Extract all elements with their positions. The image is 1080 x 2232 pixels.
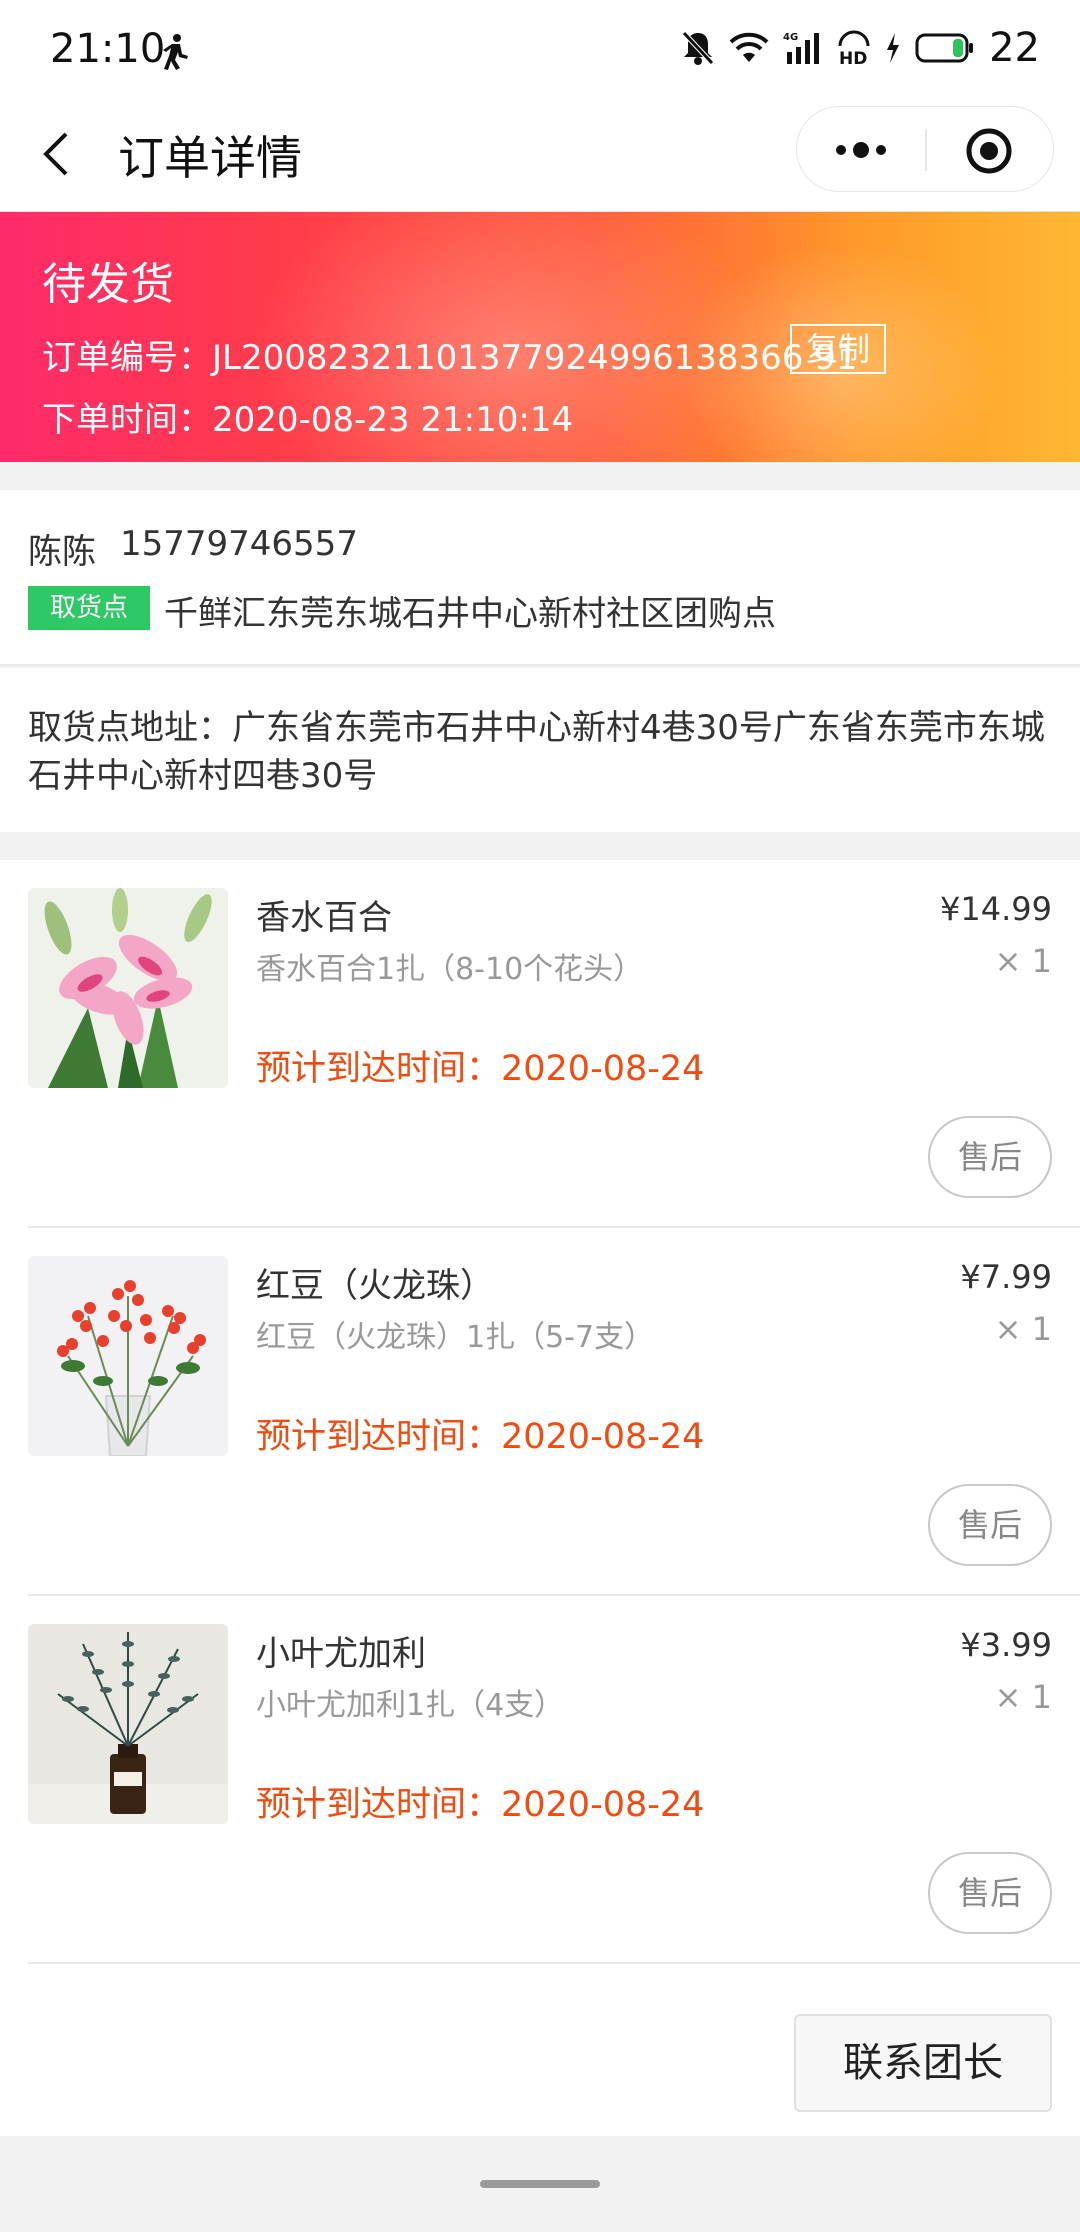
aftersale-button[interactable]: 售后 [928,1852,1052,1934]
system-nav-bar [0,2136,1080,2232]
svg-text:4G: 4G [783,32,798,43]
product-image-lily [28,888,228,1088]
contact-name: 陈陈 [28,532,96,572]
order-status-banner: 待发货 订单编号：JL20082321101377924996138366 91… [0,212,1080,462]
more-icon[interactable] [831,137,891,163]
pickup-address: 取货点地址：广东省东莞市石井中心新村4巷30号广东省东莞市东城石井中心新村四巷3… [28,708,1045,796]
walk-icon [163,34,188,70]
product-spec: 小叶尤加利1扎（4支） [256,1688,565,1723]
target-icon[interactable] [965,127,1013,175]
product-spec: 红豆（火龙珠）1扎（5-7支） [256,1320,655,1355]
product-image-hypericum [28,1256,228,1456]
product-quantity: × 1 [994,1310,1052,1348]
contact-leader-button[interactable]: 联系团长 [794,2014,1052,2112]
aftersale-button[interactable]: 售后 [928,1484,1052,1566]
product-spec: 香水百合1扎（8-10个花头） [256,952,644,987]
product-quantity: × 1 [994,942,1052,980]
product-title: 香水百合 [256,898,392,938]
status-bar: 21:10 4G HD 22 [0,0,1080,96]
contact-phone: 15779746557 [120,524,358,564]
signal-4g-icon: 4G [783,32,820,64]
order-status: 待发货 [42,259,174,310]
nav-bar: 订单详情 [0,96,1080,212]
hd-icon: HD [838,30,870,66]
product-list: 香水百合 香水百合1扎（8-10个花头） ¥14.99 × 1 预计到达时间：2… [0,860,1080,2136]
pickup-tag: 取货点 [28,586,150,630]
svg-text:HD: HD [839,49,867,66]
order-time: 下单时间：2020-08-23 21:10:14 [42,400,574,440]
product-eta: 预计到达时间：2020-08-24 [256,1049,705,1089]
battery-level: 22 [989,25,1040,71]
aftersale-button[interactable]: 售后 [928,1116,1052,1198]
capsule-divider [925,129,927,171]
product-price: ¥7.99 [960,1258,1052,1296]
product-image-eucalyptus [28,1624,228,1824]
product-title: 小叶尤加利 [256,1634,426,1674]
back-icon[interactable] [38,124,78,184]
mute-icon [682,31,714,65]
divider [28,1962,1080,1964]
home-indicator[interactable] [480,2180,600,2188]
status-icons: 4G HD 22 [681,25,1040,71]
battery-icon [915,33,974,63]
address-section: 取货点地址：广东省东莞市石井中心新村4巷30号广东省东莞市东城石井中心新村四巷3… [0,668,1080,832]
pickup-point-name: 千鲜汇东莞东城石井中心新村社区团购点 [164,594,776,634]
page-title: 订单详情 [118,131,302,185]
wifi-icon [729,32,769,62]
order-number: 订单编号：JL20082321101377924996138366 91 [42,338,858,378]
product-item: 小叶尤加利 小叶尤加利1扎（4支） ¥3.99 × 1 预计到达时间：2020-… [0,1596,1080,1964]
product-item: 红豆（火龙珠） 红豆（火龙珠）1扎（5-7支） ¥7.99 × 1 预计到达时间… [0,1228,1080,1596]
product-item: 香水百合 香水百合1扎（8-10个花头） ¥14.99 × 1 预计到达时间：2… [0,860,1080,1228]
charging-icon [887,33,900,63]
mini-program-capsule [796,106,1054,192]
copy-button[interactable]: 复制 [790,324,886,374]
product-title: 红豆（火龙珠） [256,1266,494,1306]
status-time: 21:10 [50,26,166,72]
product-price: ¥3.99 [960,1626,1052,1664]
contact-section: 陈陈 15779746557 取货点 千鲜汇东莞东城石井中心新村社区团购点 [0,490,1080,666]
product-eta: 预计到达时间：2020-08-24 [256,1785,705,1825]
product-quantity: × 1 [994,1678,1052,1716]
product-price: ¥14.99 [940,890,1052,928]
product-eta: 预计到达时间：2020-08-24 [256,1417,705,1457]
